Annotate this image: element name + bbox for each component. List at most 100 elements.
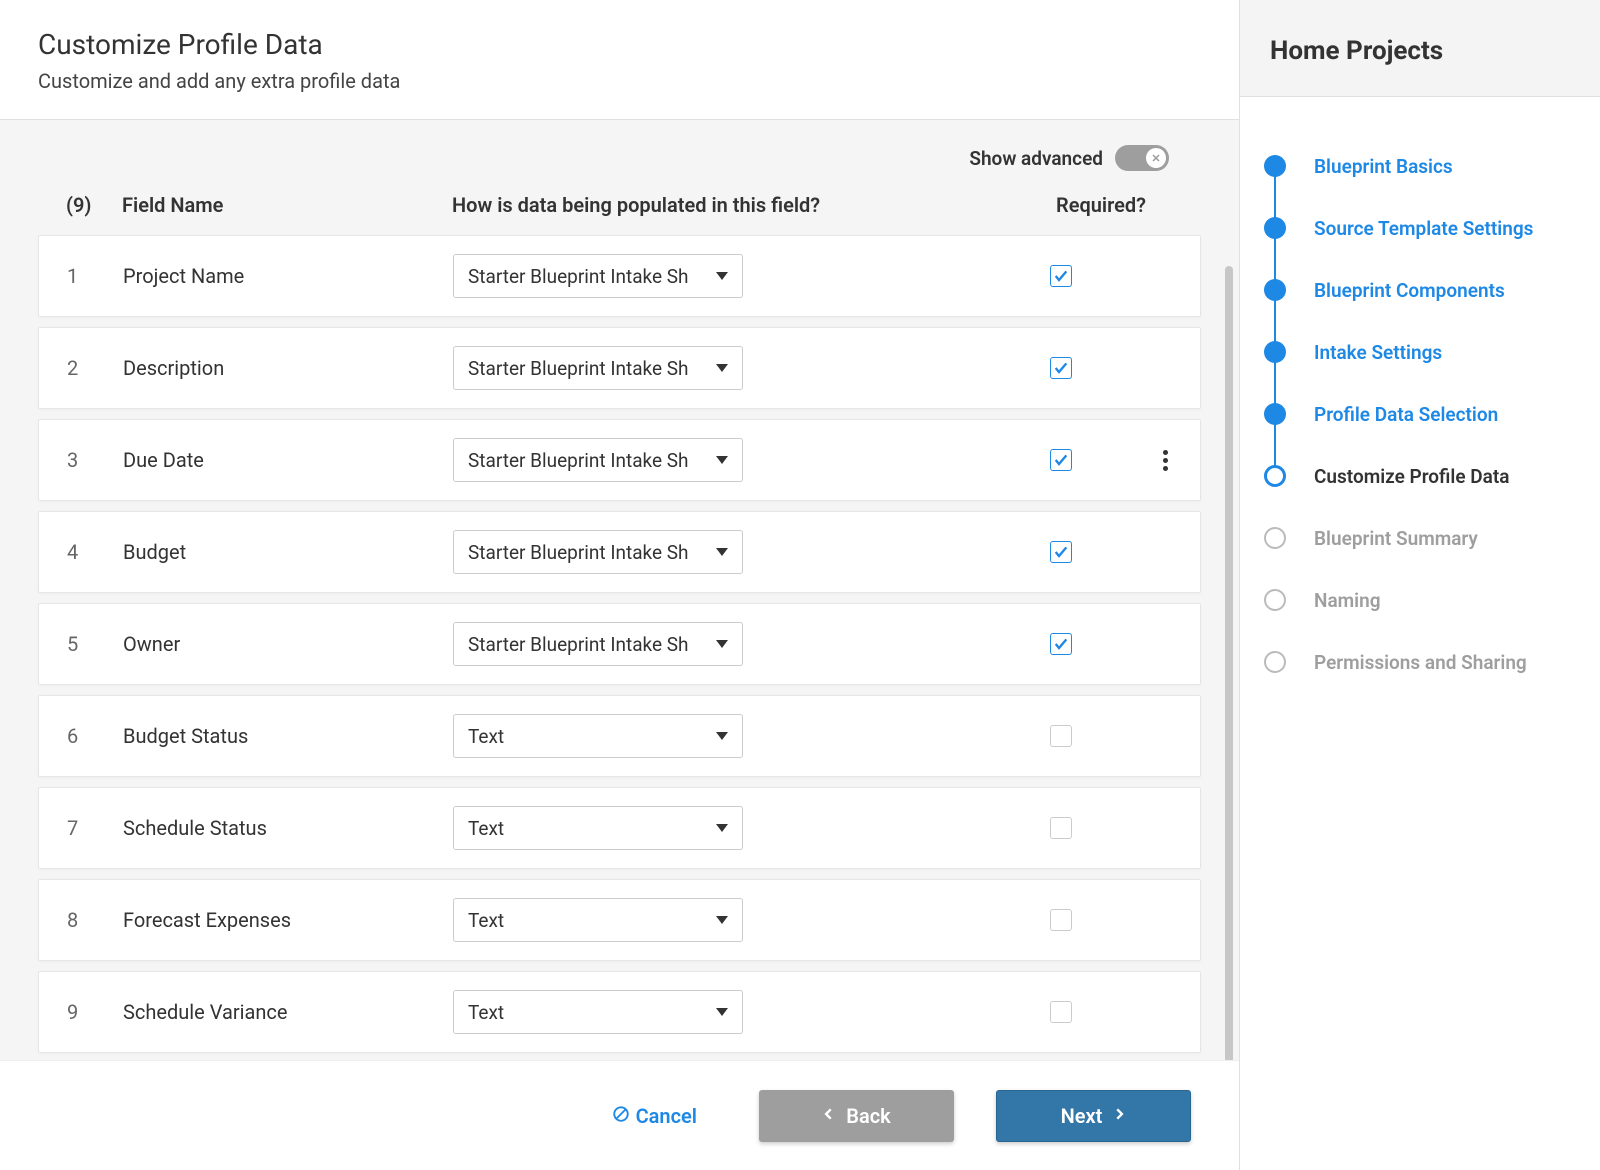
step-label: Customize Profile Data [1314,465,1509,488]
step-item: Permissions and Sharing [1264,631,1576,693]
step-label: Profile Data Selection [1314,403,1498,426]
caret-down-icon [716,640,728,648]
population-select[interactable]: Starter Blueprint Intake Sh [453,346,743,390]
scrollbar-thumb[interactable] [1225,266,1233,1060]
step-item[interactable]: Blueprint Components [1264,259,1576,321]
row-count: (9) [66,193,122,217]
select-value: Starter Blueprint Intake Sh [468,449,708,472]
required-checkbox[interactable] [1050,541,1072,563]
row-number: 9 [67,1000,123,1024]
table-row: 5 Owner Starter Blueprint Intake Sh [38,603,1201,685]
required-checkbox[interactable] [1050,265,1072,287]
field-name: Schedule Variance [123,1000,453,1024]
main-panel: Customize Profile Data Customize and add… [0,0,1239,1170]
step-label: Naming [1314,589,1381,612]
required-checkbox[interactable] [1050,449,1072,471]
step-dot-icon [1264,155,1286,177]
field-name: Description [123,356,453,380]
population-select[interactable]: Starter Blueprint Intake Sh [453,438,743,482]
sidebar-title: Home Projects [1270,36,1570,66]
page-header: Customize Profile Data Customize and add… [0,0,1239,120]
table-row: 7 Schedule Status Text [38,787,1201,869]
required-checkbox[interactable] [1050,633,1072,655]
caret-down-icon [716,824,728,832]
select-value: Text [468,817,708,840]
population-select[interactable]: Text [453,714,743,758]
caret-down-icon [716,916,728,924]
next-label: Next [1061,1104,1103,1128]
population-select[interactable]: Text [453,806,743,850]
step-item[interactable]: Source Template Settings [1264,197,1576,259]
footer-bar: Cancel Back Next [0,1060,1239,1170]
required-checkbox[interactable] [1050,725,1072,747]
required-checkbox[interactable] [1050,1001,1072,1023]
cancel-label: Cancel [636,1104,697,1128]
steps-list: Blueprint Basics Source Template Setting… [1240,97,1600,1170]
back-button[interactable]: Back [759,1090,954,1142]
select-value: Text [468,1001,708,1024]
step-dot-icon [1264,527,1286,549]
row-number: 3 [67,448,123,472]
step-item[interactable]: Profile Data Selection [1264,383,1576,445]
sidebar-header: Home Projects [1240,0,1600,97]
population-select[interactable]: Text [453,990,743,1034]
page-subtitle: Customize and add any extra profile data [38,69,1201,93]
population-select[interactable]: Text [453,898,743,942]
step-item[interactable]: Customize Profile Data [1264,445,1576,507]
step-item[interactable]: Intake Settings [1264,321,1576,383]
back-label: Back [846,1104,890,1128]
step-label: Blueprint Basics [1314,155,1453,178]
scrollbar[interactable] [1225,266,1233,1060]
caret-down-icon [716,364,728,372]
step-label: Source Template Settings [1314,217,1533,240]
select-value: Starter Blueprint Intake Sh [468,541,708,564]
population-select[interactable]: Starter Blueprint Intake Sh [453,254,743,298]
caret-down-icon [716,732,728,740]
table-row: 1 Project Name Starter Blueprint Intake … [38,235,1201,317]
table-header: (9) Field Name How is data being populat… [38,189,1201,235]
step-dot-icon [1264,341,1286,363]
step-item: Naming [1264,569,1576,631]
caret-down-icon [716,548,728,556]
table-row: 9 Schedule Variance Text [38,971,1201,1053]
caret-down-icon [716,272,728,280]
step-item[interactable]: Blueprint Basics [1264,135,1576,197]
show-advanced-toggle[interactable]: ✕ [1115,145,1169,171]
table-row: 6 Budget Status Text [38,695,1201,777]
th-required: Required? [1001,193,1201,217]
required-checkbox[interactable] [1050,909,1072,931]
step-dot-icon [1264,403,1286,425]
step-dot-icon [1264,279,1286,301]
field-name: Owner [123,632,453,656]
row-number: 4 [67,540,123,564]
chevron-right-icon [1112,1104,1126,1128]
step-label: Intake Settings [1314,341,1442,364]
table-row: 4 Budget Starter Blueprint Intake Sh [38,511,1201,593]
row-number: 5 [67,632,123,656]
step-label: Blueprint Components [1314,279,1505,302]
row-menu-button[interactable] [1157,441,1174,480]
caret-down-icon [716,1008,728,1016]
cancel-button[interactable]: Cancel [592,1090,717,1142]
population-select[interactable]: Starter Blueprint Intake Sh [453,530,743,574]
step-dot-icon [1264,589,1286,611]
next-button[interactable]: Next [996,1090,1191,1142]
select-value: Text [468,725,708,748]
table-row: 3 Due Date Starter Blueprint Intake Sh [38,419,1201,501]
chevron-left-icon [822,1104,836,1128]
required-checkbox[interactable] [1050,817,1072,839]
field-name: Forecast Expenses [123,908,453,932]
population-select[interactable]: Starter Blueprint Intake Sh [453,622,743,666]
field-name: Schedule Status [123,816,453,840]
sidebar: Home Projects Blueprint Basics Source Te… [1239,0,1600,1170]
row-number: 2 [67,356,123,380]
row-number: 1 [67,264,123,288]
th-field-name: Field Name [122,193,452,217]
required-checkbox[interactable] [1050,357,1072,379]
field-name: Project Name [123,264,453,288]
field-name: Budget [123,540,453,564]
th-populated: How is data being populated in this fiel… [452,193,1001,217]
row-number: 8 [67,908,123,932]
step-dot-icon [1264,651,1286,673]
page-title: Customize Profile Data [38,28,1201,61]
